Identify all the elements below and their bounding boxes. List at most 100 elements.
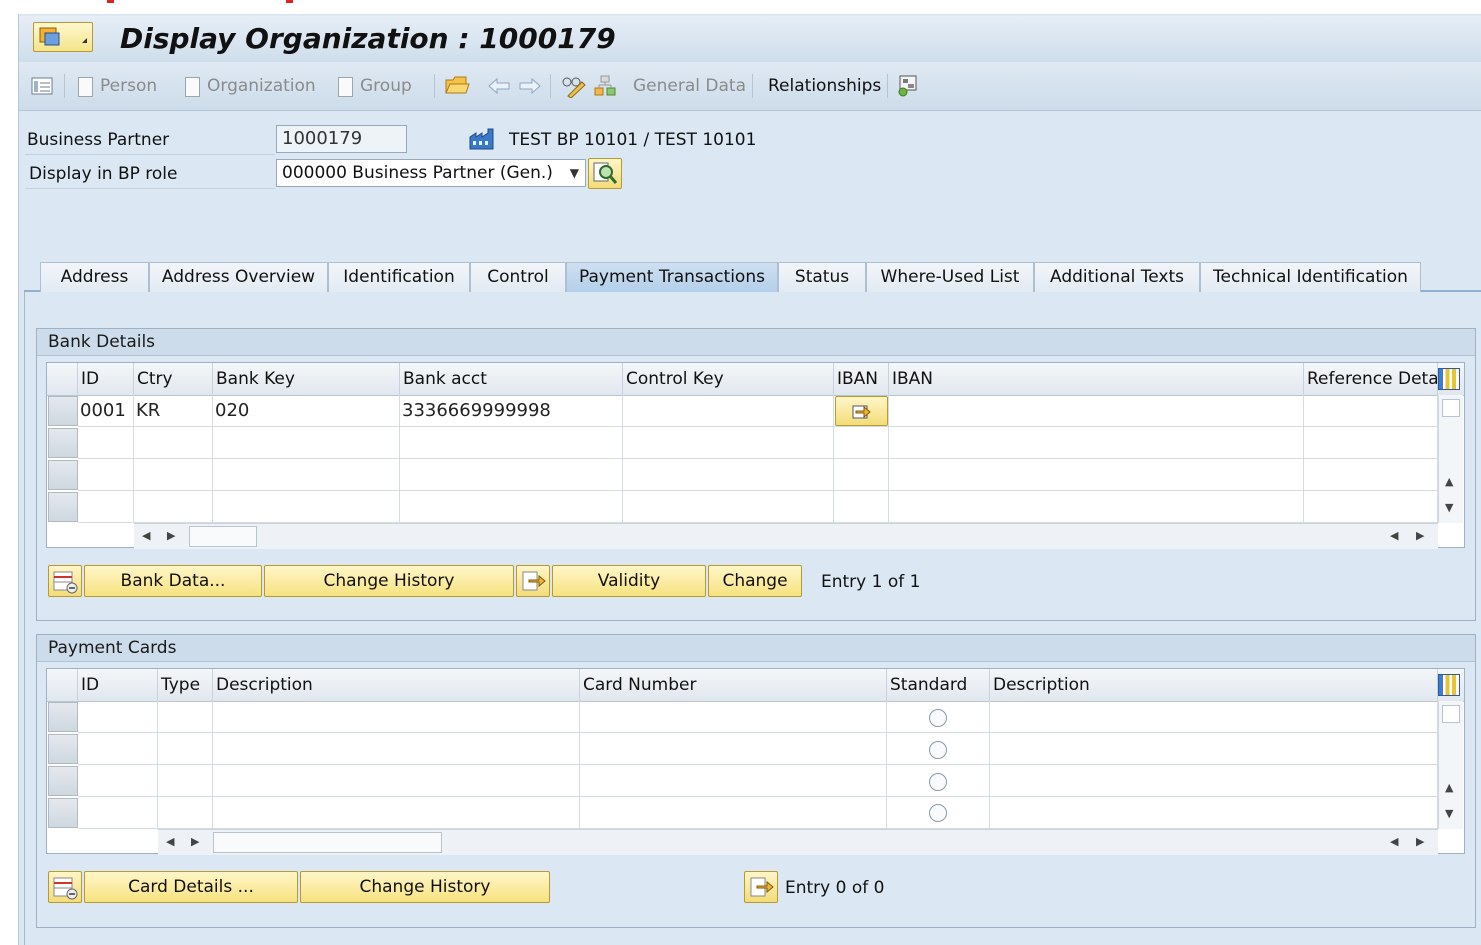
col-header[interactable]: Bank acct [400, 363, 623, 395]
standard-radio[interactable] [929, 773, 947, 791]
empty-cell [889, 491, 1304, 523]
validity-button[interactable]: Validity [552, 565, 706, 597]
standard-radio[interactable] [929, 741, 947, 759]
cell-iban-button-wrap [834, 395, 889, 427]
row-selector[interactable] [48, 766, 78, 796]
tab-identification[interactable]: Identification [328, 262, 470, 292]
row-selector[interactable] [48, 734, 78, 764]
bank-change-history-button[interactable]: Change History [264, 565, 514, 597]
tab-additional-texts[interactable]: Additional Texts [1034, 262, 1200, 292]
col-header[interactable]: IBAN [889, 363, 1304, 395]
tab-control[interactable]: Control [470, 262, 566, 292]
scroll-right-icon[interactable]: ▶ [1416, 835, 1424, 848]
row-selector[interactable] [48, 428, 78, 458]
empty-cell [78, 797, 158, 829]
display-change-icon[interactable] [560, 74, 586, 103]
scroll-down-icon[interactable]: ▼ [1445, 807, 1453, 820]
tab-payment-transactions[interactable]: Payment Transactions [566, 262, 778, 292]
person-button[interactable]: Person [100, 76, 157, 96]
app-menu-button[interactable] [33, 22, 93, 52]
scroll-thumb[interactable] [1442, 399, 1460, 417]
select-all-cell[interactable] [47, 363, 78, 395]
relationships-button[interactable]: Relationships [768, 76, 881, 96]
bank-transfer-button[interactable] [516, 565, 550, 597]
vertical-scrollbar[interactable]: ▲ ▼ [1438, 701, 1463, 829]
col-header[interactable]: Reference Details [1304, 363, 1438, 395]
card-details-button[interactable]: Card Details ... [84, 871, 298, 903]
table-header: ID Type Description Card Number Standard… [47, 669, 1464, 702]
hscroll-thumb[interactable] [189, 526, 257, 547]
network-settings-icon[interactable] [896, 74, 920, 103]
col-header[interactable]: ID [78, 363, 134, 395]
col-header[interactable]: Ctry [134, 363, 213, 395]
card-change-history-button[interactable]: Change History [300, 871, 550, 903]
scroll-up-icon[interactable]: ▲ [1445, 475, 1453, 488]
col-header[interactable]: Bank Key [213, 363, 400, 395]
col-header[interactable]: ID [78, 669, 158, 701]
delete-card-row-button[interactable] [48, 871, 82, 903]
row-selector[interactable] [48, 460, 78, 490]
horizontal-scrollbar[interactable]: ◀ ▶ ◀ ▶ [134, 523, 1438, 549]
bp-role-select[interactable]: 000000 Business Partner (Gen.) ▼ [276, 159, 586, 187]
tab-address[interactable]: Address [40, 262, 149, 292]
horizontal-scrollbar[interactable]: ◀ ▶ ◀ ▶ [158, 829, 1438, 855]
switch-role-button[interactable] [588, 158, 622, 189]
col-header[interactable]: Type [158, 669, 213, 701]
standard-radio[interactable] [929, 709, 947, 727]
general-data-button[interactable]: General Data [633, 76, 746, 96]
col-header[interactable]: Description [990, 669, 1438, 701]
detail-toggle-icon[interactable] [31, 77, 53, 100]
scroll-right-icon[interactable]: ▶ [167, 529, 175, 542]
column-settings-icon[interactable] [1438, 674, 1460, 696]
hscroll-thumb[interactable] [213, 832, 442, 853]
scroll-thumb[interactable] [1442, 705, 1460, 723]
scroll-left-icon[interactable]: ◀ [142, 529, 150, 542]
col-header[interactable]: Standard [887, 669, 990, 701]
tab-where-used-list[interactable]: Where-Used List [866, 262, 1034, 292]
hierarchy-icon[interactable] [593, 74, 617, 103]
table-body [47, 701, 1438, 829]
bank-data-button[interactable]: Bank Data... [84, 565, 262, 597]
col-header[interactable]: Control Key [623, 363, 834, 395]
bp-number-field[interactable]: 1000179 [276, 125, 407, 153]
empty-cell [213, 427, 400, 459]
vertical-scrollbar[interactable]: ▲ ▼ [1438, 395, 1463, 523]
tab-label: Address [60, 267, 129, 287]
scroll-up-icon[interactable]: ▲ [1445, 781, 1453, 794]
row-selector[interactable] [48, 396, 78, 426]
scroll-left-icon[interactable]: ◀ [1390, 835, 1398, 848]
forward-arrow-icon[interactable] [518, 77, 542, 100]
empty-cell [400, 491, 623, 523]
transfer-icon [522, 571, 546, 591]
tab-address-overview[interactable]: Address Overview [149, 262, 328, 292]
select-all-cell[interactable] [47, 669, 78, 701]
row-selector[interactable] [48, 798, 78, 828]
group-button[interactable]: Group [360, 76, 412, 96]
back-arrow-icon[interactable] [487, 77, 511, 100]
scroll-right-icon[interactable]: ▶ [191, 835, 199, 848]
scroll-right-icon[interactable]: ▶ [1416, 529, 1424, 542]
scroll-down-icon[interactable]: ▼ [1445, 501, 1453, 514]
empty-cell [134, 459, 213, 491]
standard-radio[interactable] [929, 804, 947, 822]
scroll-left-icon[interactable]: ◀ [166, 835, 174, 848]
card-transfer-button[interactable] [744, 871, 778, 903]
tab-status[interactable]: Status [778, 262, 866, 292]
col-header[interactable]: Card Number [580, 669, 887, 701]
row-selector[interactable] [48, 492, 78, 522]
scroll-left-icon[interactable]: ◀ [1390, 529, 1398, 542]
organization-button[interactable]: Organization [207, 76, 316, 96]
tab-technical-identification[interactable]: Technical Identification [1200, 262, 1421, 292]
row-selector[interactable] [48, 702, 78, 732]
open-folder-icon[interactable] [444, 73, 470, 102]
tab-label: Payment Transactions [579, 267, 765, 287]
standard-cell [887, 797, 990, 829]
delete-row-button[interactable] [48, 565, 82, 597]
iban-navigate-button[interactable] [835, 396, 888, 426]
col-header[interactable]: IBAN [834, 363, 889, 395]
change-button[interactable]: Change [708, 565, 802, 597]
col-header[interactable]: Description [213, 669, 580, 701]
empty-cell [158, 765, 213, 797]
column-settings-icon[interactable] [1438, 368, 1460, 390]
empty-cell [990, 701, 1438, 733]
